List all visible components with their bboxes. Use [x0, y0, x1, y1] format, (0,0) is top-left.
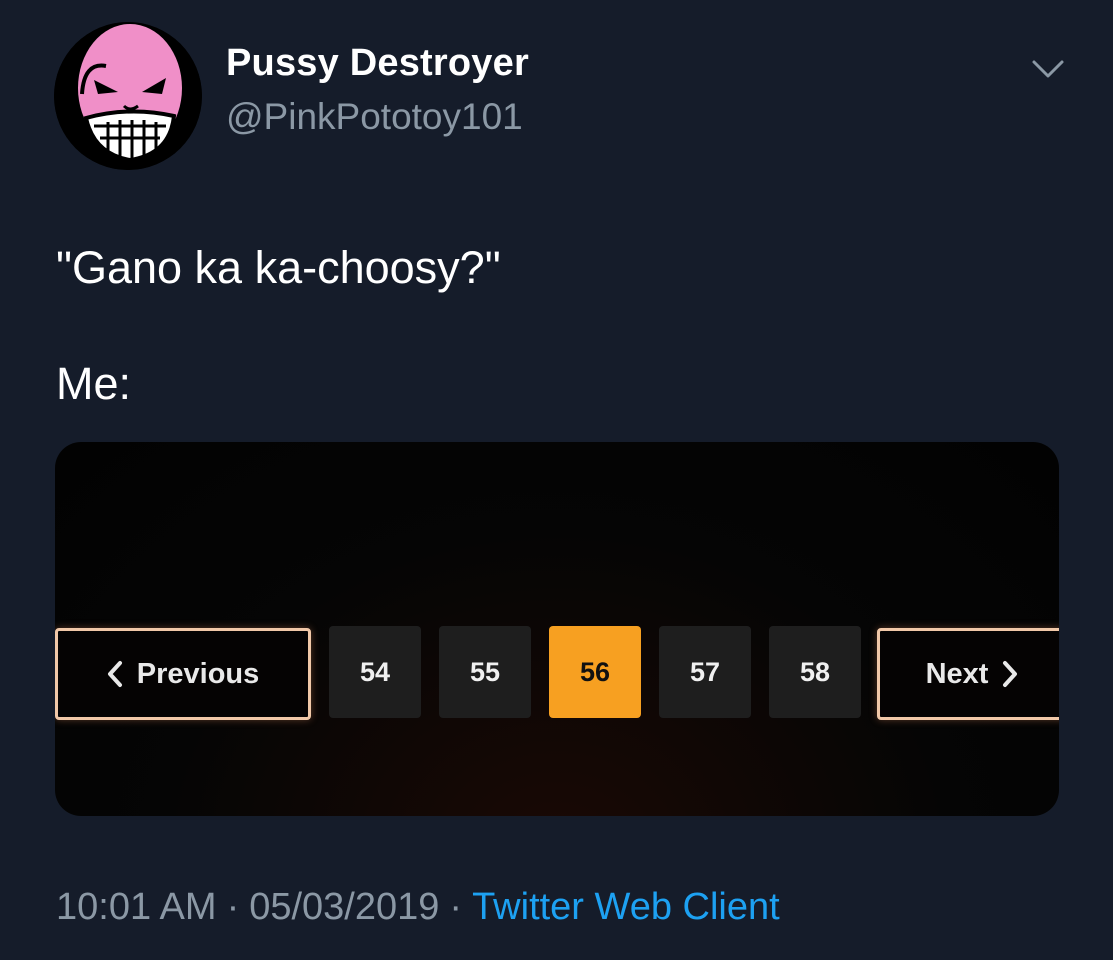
chevron-left-icon	[107, 661, 122, 687]
tweet-date[interactable]: 05/03/2019	[249, 886, 439, 928]
page-number: 58	[769, 626, 861, 718]
user-handle[interactable]: @PinkPototoy101	[226, 96, 523, 138]
chevron-down-icon[interactable]	[1030, 56, 1066, 82]
previous-button: Previous	[55, 628, 311, 720]
avatar[interactable]	[54, 22, 202, 170]
page-number: 55	[439, 626, 531, 718]
next-label: Next	[925, 657, 989, 690]
tweet-text-line: "Gano ka ka-choosy?"	[56, 242, 501, 293]
page-number-active: 56	[549, 626, 641, 718]
chevron-right-icon	[1003, 661, 1018, 687]
tweet-time[interactable]: 10:01 AM	[56, 886, 217, 928]
client-link[interactable]: Twitter Web Client	[472, 886, 780, 928]
display-name[interactable]: Pussy Destroyer	[226, 42, 529, 85]
tweet-text-line: Me:	[56, 358, 132, 409]
tweet-media-image[interactable]: Previous 54 55 56 57 58 Next	[55, 442, 1059, 816]
page-number: 54	[329, 626, 421, 718]
separator: ·	[449, 886, 463, 928]
next-button: Next	[877, 628, 1059, 720]
separator: ·	[226, 886, 240, 928]
page-number: 57	[659, 626, 751, 718]
tweet-footer: 10:01 AM · 05/03/2019 · Twitter Web Client	[56, 886, 780, 929]
avatar-image	[54, 22, 202, 170]
previous-label: Previous	[136, 657, 260, 690]
